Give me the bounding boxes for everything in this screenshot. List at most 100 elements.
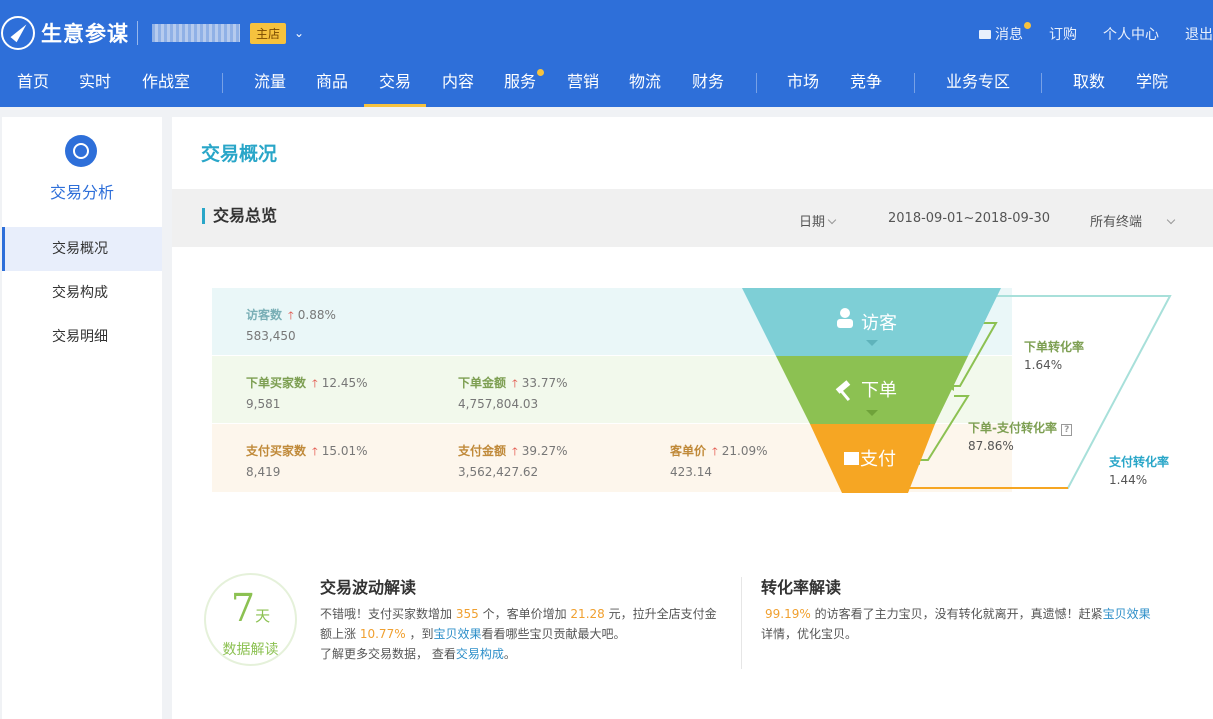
shop-switch-chevron-icon[interactable]: ⌄ (294, 26, 304, 40)
nav-finance[interactable]: 财务 (692, 64, 724, 107)
message-link[interactable]: 消息 (979, 22, 1031, 44)
metric-order-buyers: 下单买家数 🡑 12.45% 9,581 (246, 374, 368, 411)
funnel-chart: 访客 下单 支付 (742, 288, 1172, 493)
sidebar-item-detail[interactable]: 交易明细 (2, 315, 162, 359)
rate-label: 下单-支付转化率 ? (968, 419, 1073, 436)
nav-war-room[interactable]: 作战室 (142, 64, 190, 107)
insight-highlight: 355 (455, 607, 479, 621)
metric-visitors: 访客数 🡑 0.88% 583,450 (246, 306, 336, 343)
top-links: 消息 订购 个人中心 退出 (953, 22, 1213, 44)
order-link[interactable]: 订购 (1049, 24, 1077, 44)
main-panel: 交易概况 交易总览 日期 2018-09-01~2018-09-30 所有终端 … (172, 117, 1213, 719)
nav-goods[interactable]: 商品 (316, 64, 348, 107)
shop-badge: 主店 (250, 22, 287, 44)
badge-number: 7天 (206, 585, 295, 639)
date-range-picker[interactable]: 2018-09-01~2018-09-30 (888, 211, 1050, 226)
insight-text: 详情，优化宝贝。 (761, 627, 858, 641)
conversion-insight-body: 99.19% 的访客看了主力宝贝，没有转化就离开，真遗憾！赶紧宝贝效果详情，优化… (761, 604, 1161, 644)
section-title: 交易总览 (202, 208, 277, 224)
metric-label: 客单价 (670, 444, 707, 458)
metric-value: 4,757,804.03 (458, 397, 539, 411)
nav-market[interactable]: 市场 (787, 64, 819, 107)
sidebar-item-overview[interactable]: 交易概况 (2, 227, 162, 271)
help-icon[interactable]: ? (1061, 424, 1073, 436)
trade-insight-title: 交易波动解读 (320, 578, 417, 597)
app-title: 生意参谋 (41, 22, 129, 46)
nav-service-label: 服务 (504, 72, 537, 91)
metric-label: 下单买家数 (246, 376, 307, 390)
badge-subtitle: 数据解读 (222, 642, 279, 658)
badge-unit: 天 (255, 607, 271, 625)
stage-label-pay: 支付 (860, 449, 896, 470)
metric-change: 0.88% (297, 308, 336, 322)
metric-label: 下单金额 (458, 376, 507, 390)
nav-business-zone[interactable]: 业务专区 (946, 64, 1010, 107)
insight-highlight: 99.19% (765, 607, 811, 621)
nav-home[interactable]: 首页 (17, 64, 49, 107)
insight-text: ，到 (409, 627, 434, 641)
message-label: 消息 (995, 27, 1023, 43)
nav-marketing[interactable]: 营销 (567, 64, 599, 107)
trade-composition-link[interactable]: 交易构成 (456, 647, 504, 661)
user-icon-body (837, 319, 853, 328)
insight-text: 看看哪些宝贝贡献最大吧。 (481, 627, 626, 641)
nav-trade[interactable]: 交易 (364, 64, 427, 107)
nav-realtime[interactable]: 实时 (79, 64, 111, 107)
trade-insight: 交易波动解读 不错哦！支付买家数增加 355 个，客单价增加 21.28 元，拉… (320, 578, 720, 664)
metric-value: 3,562,427.62 (458, 465, 539, 479)
goods-effect-link[interactable]: 宝贝效果 (433, 627, 481, 641)
notification-dot (537, 69, 545, 76)
metric-value: 583,450 (246, 329, 296, 343)
nav-separator (1041, 73, 1042, 93)
conversion-insight: 转化率解读 99.19% 的访客看了主力宝贝，没有转化就离开，真遗憾！赶紧宝贝效… (761, 578, 1161, 644)
nav-service[interactable]: 服务 (504, 64, 545, 107)
seven-day-badge: 7天 数据解读 (204, 573, 297, 666)
badge-digit: 7 (230, 586, 256, 630)
nav-traffic[interactable]: 流量 (254, 64, 286, 107)
logout-link[interactable]: 退出 (1185, 24, 1213, 44)
card-icon (844, 452, 859, 465)
arrow-up-icon: 🡑 (712, 445, 718, 458)
page-title: 交易概况 (201, 143, 278, 165)
nav-data-fetch[interactable]: 取数 (1073, 64, 1105, 107)
stage-label-order: 下单 (861, 380, 897, 401)
metric-label: 访客数 (246, 308, 283, 322)
metric-label: 支付买家数 (246, 444, 307, 458)
pay-rate: 支付转化率 1.44% (1109, 453, 1169, 487)
logo[interactable]: 生意参谋 主店 ⌄ (0, 15, 304, 51)
terminal-dropdown[interactable]: 所有终端 (1090, 211, 1176, 230)
nav-academy[interactable]: 学院 (1136, 64, 1168, 107)
metric-value: 9,581 (246, 397, 281, 411)
date-type-dropdown[interactable]: 日期 (799, 211, 837, 230)
logo-divider (137, 21, 138, 45)
metric-change: 39.27% (521, 444, 568, 458)
metric-value: 8,419 (246, 465, 281, 479)
insight-text: 。 (503, 647, 516, 661)
envelope-icon (979, 30, 991, 39)
metric-change: 15.01% (321, 444, 368, 458)
insight-text: 不错哦！支付买家数增加 (320, 607, 453, 621)
insight-text: 个，客单价增加 (482, 607, 567, 621)
nav-content[interactable]: 内容 (442, 64, 474, 107)
compass-icon (1, 16, 35, 50)
nav-competition[interactable]: 竞争 (850, 64, 882, 107)
nav-separator (756, 73, 757, 93)
personal-center-link[interactable]: 个人中心 (1103, 24, 1159, 44)
insight-highlight: 21.28 (570, 607, 605, 621)
conversion-insight-title: 转化率解读 (761, 578, 842, 597)
arrow-up-icon: 🡑 (312, 377, 318, 390)
section-header: 交易总览 日期 2018-09-01~2018-09-30 所有终端 (172, 189, 1213, 247)
rate-label: 支付转化率 (1109, 455, 1170, 469)
goods-effect-link[interactable]: 宝贝效果 (1103, 607, 1151, 621)
top-header: 生意参谋 主店 ⌄ 消息 订购 个人中心 退出 首页 实时 作战室 流量 商品 … (0, 0, 1213, 107)
chevron-down-icon (1166, 215, 1176, 225)
nav-logistics[interactable]: 物流 (629, 64, 661, 107)
rate-value: 87.86% (968, 439, 1014, 453)
metric-pay-amount: 支付金额 🡑 39.27% 3,562,427.62 (458, 442, 568, 479)
sidebar-item-composition[interactable]: 交易构成 (2, 271, 162, 315)
shop-name-blurred (152, 24, 240, 42)
chevron-down-icon (827, 215, 837, 225)
rate-value: 1.64% (1024, 358, 1063, 372)
arrow-up-icon: 🡑 (288, 309, 294, 322)
insight-text: 了解更多交易数据， 查看 (320, 647, 456, 661)
